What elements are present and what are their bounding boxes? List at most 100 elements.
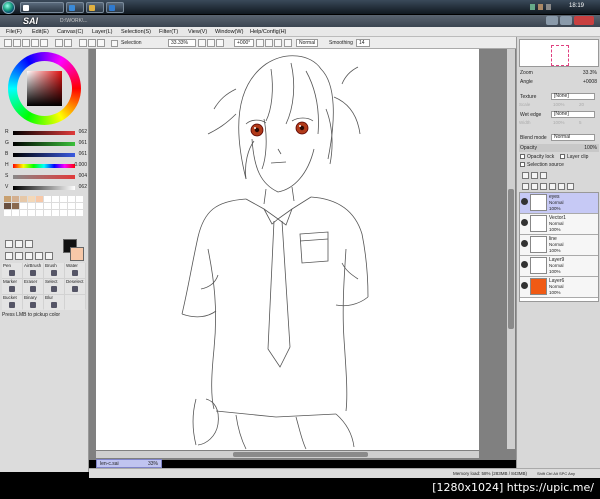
swatch[interactable] bbox=[60, 210, 67, 216]
document-tab[interactable]: len-c.sai 33% bbox=[96, 459, 162, 468]
rotate-icon[interactable] bbox=[25, 252, 33, 260]
menu-file[interactable]: File(F) bbox=[6, 29, 22, 35]
angle-field[interactable]: +000° bbox=[234, 39, 254, 47]
swatch[interactable] bbox=[52, 203, 59, 209]
move-icon[interactable] bbox=[5, 252, 13, 260]
horizontal-scroll-thumb[interactable] bbox=[233, 452, 368, 457]
menu-layer[interactable]: Layer(L) bbox=[92, 29, 112, 35]
tray-network-icon[interactable] bbox=[530, 4, 535, 10]
blend-mode-select[interactable]: Normal bbox=[551, 134, 595, 141]
brush-tool-deselect[interactable]: Deselect bbox=[65, 279, 85, 294]
slider-g-bar[interactable] bbox=[13, 142, 75, 146]
brush-tool-bucket[interactable]: Bucket bbox=[2, 295, 22, 310]
slider-g[interactable]: G 061 bbox=[3, 140, 87, 149]
transfer-down-icon[interactable] bbox=[540, 183, 547, 190]
eye-icon[interactable] bbox=[521, 219, 528, 226]
wet-edge-row[interactable]: Wet edge [None] bbox=[519, 111, 599, 119]
slider-r[interactable]: R 062 bbox=[3, 129, 87, 138]
brush-tool-brush[interactable]: Brush bbox=[44, 263, 64, 278]
swatch[interactable] bbox=[4, 203, 11, 209]
swatch[interactable] bbox=[4, 210, 11, 216]
swatch[interactable] bbox=[76, 203, 83, 209]
horizontal-scrollbar[interactable] bbox=[96, 451, 479, 458]
tray-flag-icon[interactable] bbox=[546, 4, 551, 10]
swatch[interactable] bbox=[68, 210, 75, 216]
slider-v[interactable]: V 062 bbox=[3, 184, 87, 193]
brush-tool-marker[interactable]: Marker bbox=[2, 279, 22, 294]
brush-tool-empty[interactable] bbox=[65, 295, 85, 310]
swatch[interactable] bbox=[20, 210, 27, 216]
layer-item[interactable]: eyes Normal 100% bbox=[520, 193, 598, 214]
blend-mode-row[interactable]: Blend mode Normal bbox=[519, 134, 599, 142]
layer-clip-checkbox[interactable] bbox=[560, 154, 565, 159]
merge-down-icon[interactable] bbox=[531, 183, 538, 190]
redo-icon[interactable] bbox=[64, 39, 72, 47]
show-selection-icon[interactable] bbox=[97, 39, 105, 47]
swatch[interactable] bbox=[4, 196, 11, 202]
swatch[interactable] bbox=[36, 203, 43, 209]
swatch[interactable] bbox=[36, 210, 43, 216]
swatch[interactable] bbox=[36, 196, 43, 202]
rect-select-icon[interactable] bbox=[5, 240, 13, 248]
smoothing-select[interactable]: 14 bbox=[356, 39, 370, 47]
deselect-icon[interactable] bbox=[79, 39, 87, 47]
brush-tool-binary[interactable]: Binary bbox=[23, 295, 43, 310]
opacity-slider[interactable]: Opacity 100% bbox=[519, 144, 599, 152]
texture-select[interactable]: [None] bbox=[551, 93, 595, 100]
layer-item[interactable]: line Normal 100% bbox=[520, 235, 598, 256]
swatch[interactable] bbox=[44, 203, 51, 209]
eyedropper-icon[interactable] bbox=[45, 252, 53, 260]
swatch[interactable] bbox=[28, 210, 35, 216]
taskbar-folder-button[interactable] bbox=[86, 2, 104, 13]
zoom-in-icon[interactable] bbox=[207, 39, 215, 47]
swatch[interactable] bbox=[76, 210, 83, 216]
swatch[interactable] bbox=[44, 196, 51, 202]
taskbar-app-button[interactable] bbox=[106, 2, 124, 13]
brush-tool-pen[interactable]: Pen bbox=[2, 263, 22, 278]
stabilizer-mode-select[interactable]: Normal bbox=[296, 39, 318, 47]
zoom-reset-icon[interactable] bbox=[216, 39, 224, 47]
eye-icon[interactable] bbox=[521, 240, 528, 247]
swatch[interactable] bbox=[68, 203, 75, 209]
slider-h-bar[interactable] bbox=[13, 164, 75, 168]
canvas-area[interactable] bbox=[89, 49, 516, 460]
menu-selection[interactable]: Selection(S) bbox=[121, 29, 151, 35]
texture-row[interactable]: Texture [None] bbox=[519, 93, 599, 101]
zoom-out-icon[interactable] bbox=[198, 39, 206, 47]
taskbar-sai-button[interactable] bbox=[20, 2, 64, 13]
drawing-canvas[interactable] bbox=[96, 49, 479, 450]
minimize-button[interactable] bbox=[546, 16, 558, 25]
navigator[interactable] bbox=[519, 39, 599, 67]
swatch[interactable] bbox=[76, 196, 83, 202]
slider-h[interactable]: H 0.000 bbox=[3, 162, 87, 171]
new-folder-icon[interactable] bbox=[540, 172, 547, 179]
menu-canvas[interactable]: Canvas(C) bbox=[57, 29, 83, 35]
tray-volume-icon[interactable] bbox=[538, 4, 543, 10]
zoom-icon[interactable] bbox=[15, 252, 23, 260]
brush-tool-eraser[interactable]: Eraser bbox=[23, 279, 43, 294]
eye-icon[interactable] bbox=[521, 282, 528, 289]
slider-v-bar[interactable] bbox=[13, 186, 75, 190]
eye-icon[interactable] bbox=[521, 198, 528, 205]
rgb-slider-toggle-icon[interactable] bbox=[13, 39, 21, 47]
trash-icon[interactable] bbox=[558, 183, 565, 190]
swatch-toggle-icon[interactable] bbox=[31, 39, 39, 47]
scratchpad-toggle-icon[interactable] bbox=[40, 39, 48, 47]
opacity-lock-checkbox[interactable] bbox=[520, 154, 525, 159]
selection-source-checkbox[interactable] bbox=[520, 162, 525, 167]
navigator-viewport[interactable] bbox=[551, 45, 569, 66]
vertical-scrollbar[interactable] bbox=[507, 49, 515, 449]
saturation-value-square[interactable] bbox=[27, 71, 62, 106]
layer-item[interactable]: Layer9 Normal 100% bbox=[520, 256, 598, 277]
swatch[interactable] bbox=[20, 196, 27, 202]
menu-help-config[interactable]: Help/Config(H) bbox=[250, 29, 286, 35]
brush-tool-airbrush[interactable]: AirBrush bbox=[23, 263, 43, 278]
swatch[interactable] bbox=[28, 203, 35, 209]
zoom-field[interactable]: 33.33% bbox=[168, 39, 196, 47]
new-vector-layer-icon[interactable] bbox=[531, 172, 538, 179]
menu-filter[interactable]: Filter(T) bbox=[159, 29, 178, 35]
close-button[interactable] bbox=[574, 16, 594, 25]
color-wheel[interactable] bbox=[8, 52, 81, 125]
eye-icon[interactable] bbox=[521, 261, 528, 268]
rotate-right-icon[interactable] bbox=[265, 39, 273, 47]
